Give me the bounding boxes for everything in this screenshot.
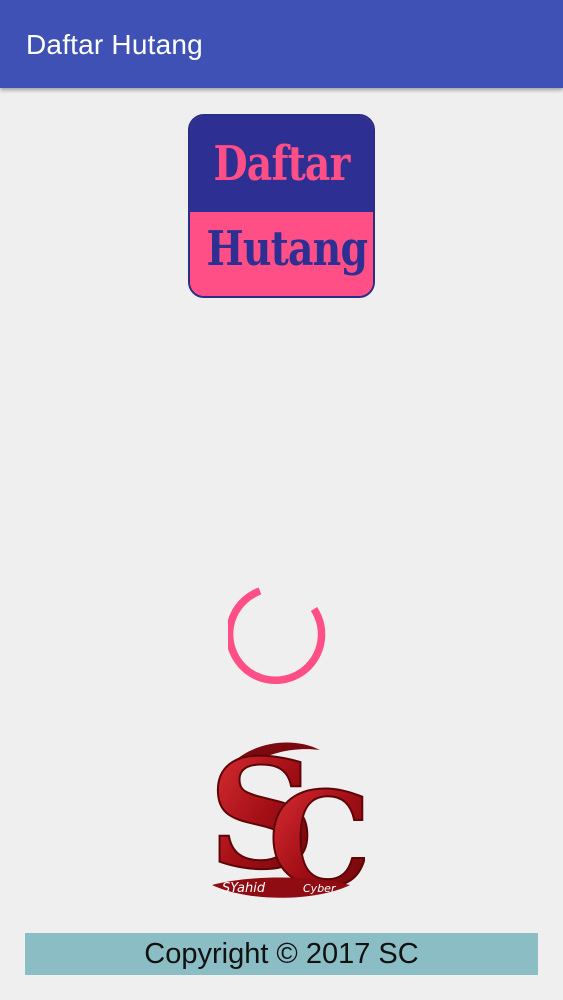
sc-logo-left-text: SYahid: [222, 881, 266, 896]
sc-logo-right-text: Cyber: [303, 882, 337, 895]
app-bar: Daftar Hutang: [0, 0, 563, 88]
loading-spinner-icon: [228, 587, 326, 685]
app-title: Daftar Hutang: [26, 29, 203, 60]
copyright-footer: Copyright © 2017 SC: [25, 933, 538, 975]
logo-word-daftar: Daftar: [213, 136, 350, 192]
app-logo: Daftar Hutang: [188, 114, 375, 298]
logo-word-hutang: Hutang: [206, 221, 368, 277]
copyright-text: Copyright © 2017 SC: [144, 938, 419, 970]
sc-logo: S C SYahid Cyber: [207, 735, 365, 905]
